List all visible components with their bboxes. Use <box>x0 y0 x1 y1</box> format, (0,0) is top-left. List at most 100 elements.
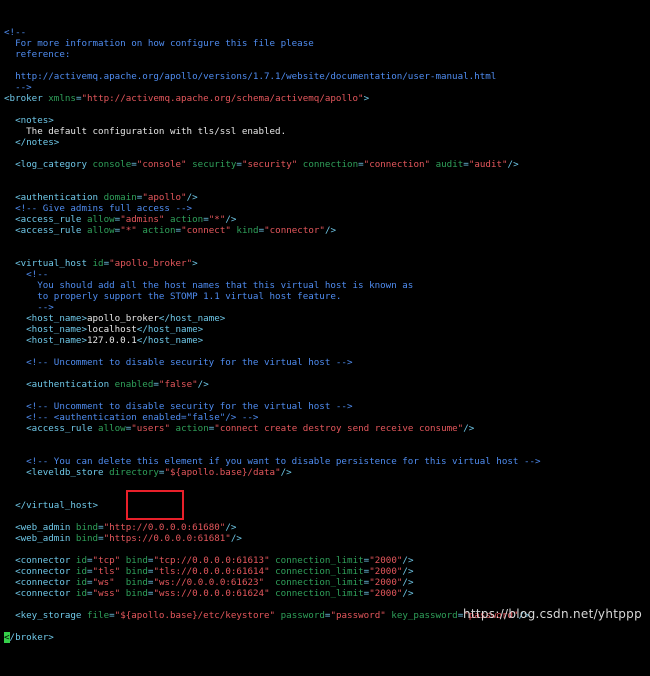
terminal-editor[interactable]: <!-- For more information on how configu… <box>0 0 650 643</box>
code-token: <access_rule <box>4 225 87 236</box>
code-token: "tcp" <box>92 555 121 566</box>
code-token: id <box>75 588 87 599</box>
code-token: The default configuration with tls/ssl e… <box>4 126 287 137</box>
code-line: <!-- <authentication enabled="false"/> -… <box>4 412 650 423</box>
code-token: /> <box>324 225 337 236</box>
code-token: bind <box>114 577 148 588</box>
code-token: <authentication <box>4 192 104 203</box>
code-token: <host_name> <box>4 324 87 335</box>
code-line: <leveldb_store directory="${apollo.base}… <box>4 467 650 478</box>
code-token: <notes> <box>4 115 54 126</box>
code-token: /> <box>402 588 414 599</box>
code-token: file <box>86 610 110 621</box>
highlight-annotation-box <box>126 490 184 520</box>
code-token: <!-- <box>4 27 27 38</box>
code-token: "ws://0.0.0.0:61623" <box>153 577 265 588</box>
code-token: > <box>192 258 198 269</box>
code-line: You should add all the host names that t… <box>4 280 650 291</box>
code-token: <connector <box>4 555 76 566</box>
code-token: connection_limit <box>269 566 364 577</box>
code-token: For more information on how configure th… <box>4 38 314 49</box>
code-token: "http://0.0.0.0:61680" <box>103 522 226 533</box>
code-token: "security" <box>241 159 298 170</box>
code-token: audit <box>430 159 464 170</box>
code-token: <web_admin <box>4 522 76 533</box>
code-token: "2000" <box>369 577 403 588</box>
code-token: "connection" <box>363 159 431 170</box>
code-line: <access_rule allow="users" action="conne… <box>4 423 650 434</box>
code-token: allow <box>86 225 115 236</box>
code-line: <authentication domain="apollo"/> <box>4 192 650 203</box>
code-token: action <box>136 225 176 236</box>
code-line: <connector id="tls" bind="tls://0.0.0.0:… <box>4 566 650 577</box>
code-token: "wss" <box>92 588 121 599</box>
code-token: <!-- Give admins full access --> <box>4 203 193 214</box>
code-token: /> <box>402 566 414 577</box>
code-token: id <box>75 555 87 566</box>
code-token: "tcp://0.0.0.0:61613" <box>153 555 270 566</box>
code-token: apollo_broker <box>86 313 159 324</box>
code-line: <access_rule allow="admins" action="*"/> <box>4 214 650 225</box>
code-token: <!-- Uncomment to disable security for t… <box>4 401 353 412</box>
code-token: > <box>363 93 370 104</box>
code-token: bind <box>75 522 99 533</box>
code-token: </host_name> <box>136 335 204 346</box>
code-token: enabled <box>114 379 154 390</box>
code-token: "*" <box>208 214 226 225</box>
code-token: <!-- Uncomment to disable security for t… <box>4 357 353 368</box>
code-token: /> <box>402 555 414 566</box>
code-token: "false" <box>158 379 198 390</box>
code-token: connection_limit <box>269 588 364 599</box>
code-token: <!-- You can delete this element if you … <box>4 456 541 467</box>
code-token: allow <box>86 214 115 225</box>
code-token: /> <box>280 467 292 478</box>
xml-code-view: <!-- For more information on how configu… <box>4 27 650 643</box>
code-token: /> <box>197 379 209 390</box>
code-token: "2000" <box>369 566 403 577</box>
code-line: <connector id="ws" bind="ws://0.0.0.0:61… <box>4 577 650 588</box>
code-token: "connect create destroy send receive con… <box>214 423 464 434</box>
code-line: <!-- Uncomment to disable security for t… <box>4 401 650 412</box>
code-token: <connector <box>4 566 76 577</box>
code-token: <!-- <box>4 269 49 280</box>
code-token: "admins" <box>120 214 165 225</box>
code-token: id <box>75 577 87 588</box>
code-token: "2000" <box>369 588 403 599</box>
code-token: /> <box>225 214 237 225</box>
code-line: <log_category console="console" security… <box>4 159 650 170</box>
code-line: <broker xmlns="http://activemq.apache.or… <box>4 93 650 104</box>
code-token: </notes> <box>4 137 60 148</box>
code-token: You should add all the host names that t… <box>4 280 414 291</box>
code-line: http://activemq.apache.org/apollo/versio… <box>4 71 650 82</box>
code-token: <leveldb_store <box>4 467 110 478</box>
code-token: <log_category <box>4 159 93 170</box>
code-token: reference: <box>4 49 71 60</box>
code-line: <host_name>apollo_broker</host_name> <box>4 313 650 324</box>
code-line: <!-- <box>4 269 650 280</box>
code-token: "*" <box>120 225 137 236</box>
code-token: bind <box>120 588 148 599</box>
code-token: /> <box>230 533 242 544</box>
code-line: <notes> <box>4 115 650 126</box>
code-token: "wss://0.0.0.0:61624" <box>153 588 270 599</box>
code-token: connection_limit <box>269 555 364 566</box>
code-token: action <box>164 214 204 225</box>
code-token: kind <box>230 225 259 236</box>
code-token: "connector" <box>264 225 325 236</box>
code-token: </host_name> <box>136 324 204 335</box>
code-token: directory <box>109 467 159 478</box>
code-line: For more information on how configure th… <box>4 38 650 49</box>
code-token: <authentication <box>4 379 115 390</box>
code-token: allow <box>98 423 126 434</box>
code-line: <connector id="tcp" bind="tcp://0.0.0.0:… <box>4 555 650 566</box>
code-token: "ws" <box>92 577 115 588</box>
code-token: localhost <box>86 324 137 335</box>
code-token: --> <box>4 302 54 313</box>
